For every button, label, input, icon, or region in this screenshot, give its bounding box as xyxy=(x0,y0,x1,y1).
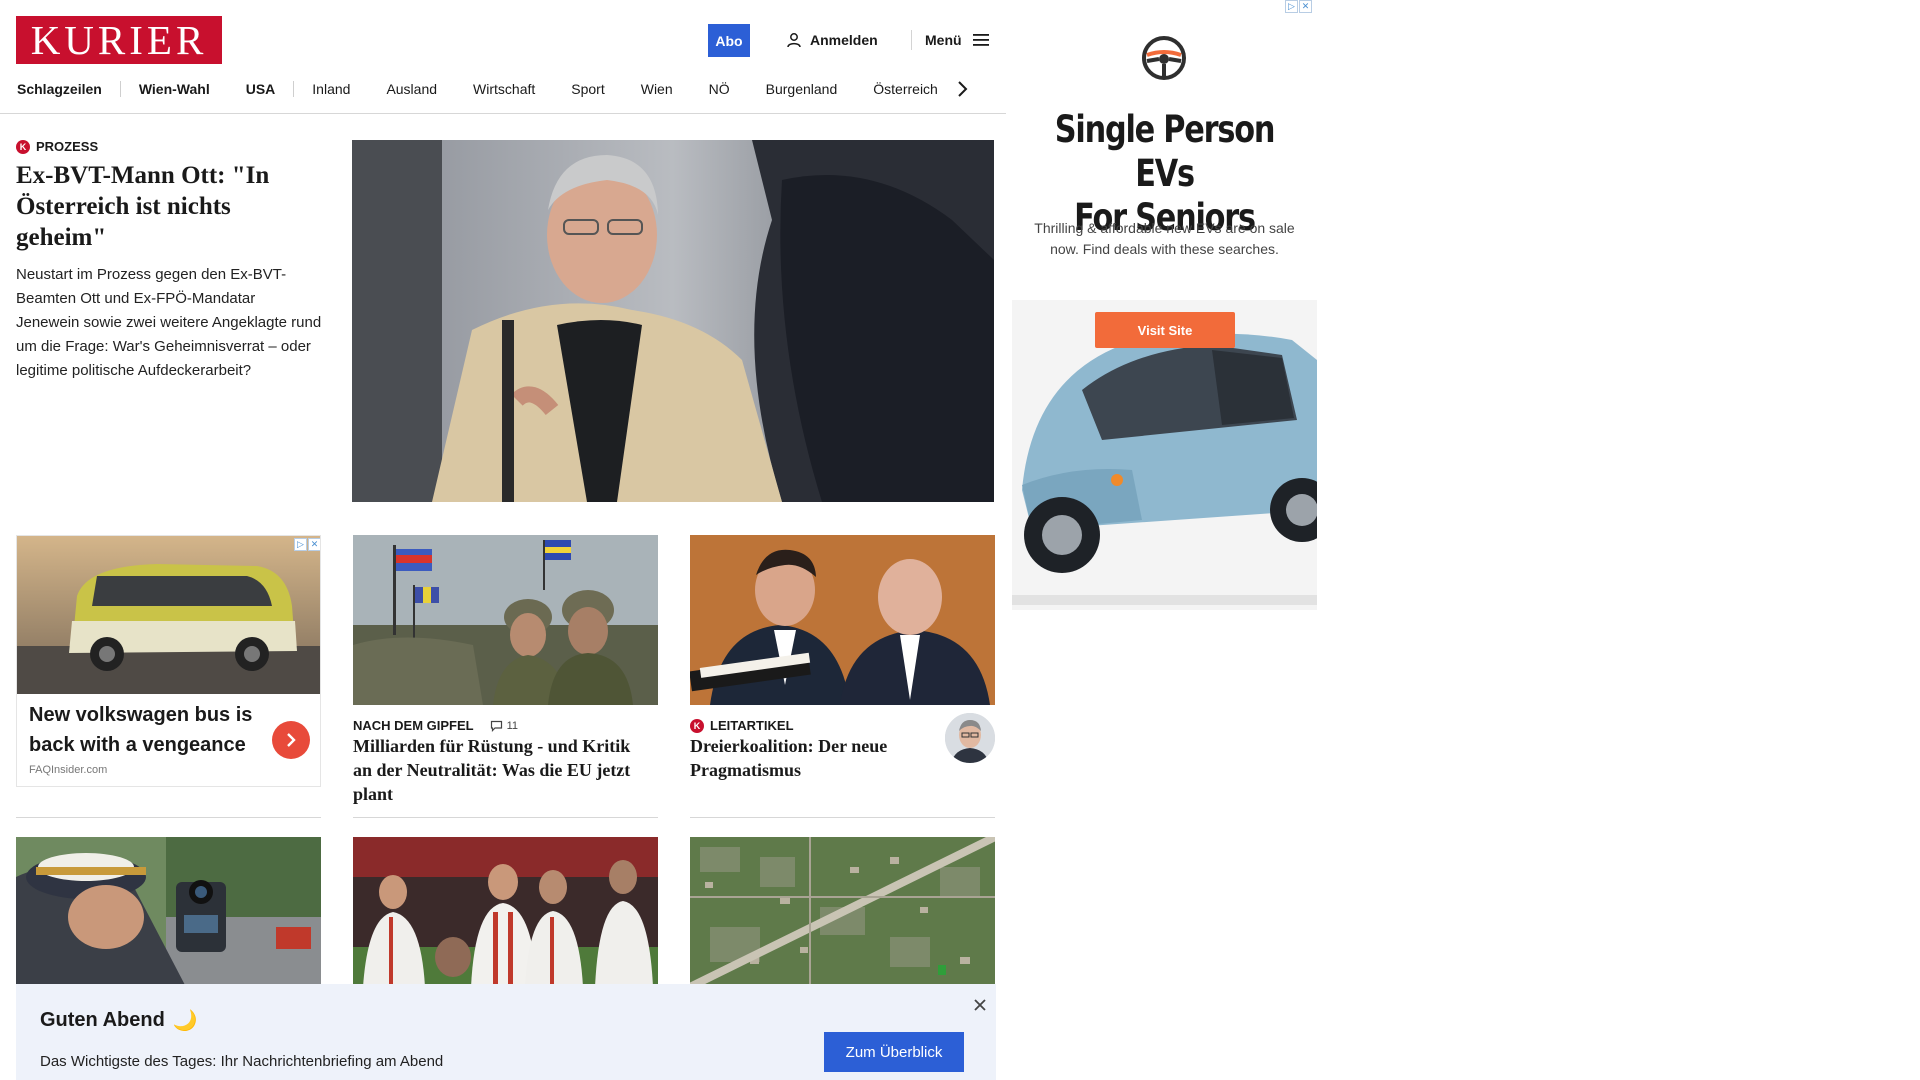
nav-item-ausland[interactable]: Ausland xyxy=(368,81,455,97)
nav-item-burgenland[interactable]: Burgenland xyxy=(748,81,856,97)
comment-count-value: 11 xyxy=(506,719,519,732)
card-divider xyxy=(16,817,321,818)
side-ad-headline-line1: Single Person EVs xyxy=(1054,108,1276,195)
briefing-title: Guten Abend 🌙 xyxy=(40,1008,198,1033)
nav-item-wien-wahl[interactable]: Wien-Wahl xyxy=(121,81,228,97)
card-headline[interactable]: Milliarden für Rüstung - und Kritik an d… xyxy=(353,734,653,806)
nav-item-noe[interactable]: NÖ xyxy=(691,81,748,97)
chevron-right-icon xyxy=(287,733,296,747)
section-nav: Schlagzeilen Wien-Wahl USA Inland Auslan… xyxy=(16,76,996,102)
header-divider xyxy=(911,30,912,50)
nav-item-schlagzeilen[interactable]: Schlagzeilen xyxy=(16,81,120,97)
card-kicker-label: Leitartikel xyxy=(710,718,794,733)
lead-kicker-label: Prozess xyxy=(36,139,99,154)
kurier-plus-badge: K xyxy=(16,139,30,154)
nav-item-inland[interactable]: Inland xyxy=(294,81,368,97)
lead-kicker[interactable]: K Prozess xyxy=(16,139,98,154)
card-divider xyxy=(353,817,658,818)
card-image-football[interactable] xyxy=(353,837,658,987)
nav-scroll-right-button[interactable] xyxy=(956,80,968,98)
nav-item-usa[interactable]: USA xyxy=(228,81,294,97)
card-headline[interactable]: Dreierkoalition: Der neue Pragmatismus xyxy=(690,734,930,782)
ad-close-icon[interactable]: ✕ xyxy=(1299,0,1312,13)
adchoices-badge[interactable]: ▷ ✕ xyxy=(1285,0,1312,13)
close-icon xyxy=(974,999,986,1011)
login-label: Anmelden xyxy=(810,32,878,48)
ad-headline[interactable]: New volkswagen bus is back with a vengea… xyxy=(29,700,259,760)
card-kicker-label: Nach dem Gipfel xyxy=(353,718,474,733)
briefing-text: Das Wichtigste des Tages: Ihr Nachrichte… xyxy=(40,1053,444,1070)
side-ad-subtext: Thrilling & affordable new EVs are on sa… xyxy=(1034,220,1295,257)
nav-divider-line xyxy=(0,113,1006,114)
comment-count[interactable]: 11 xyxy=(490,720,518,732)
close-banner-button[interactable] xyxy=(971,996,989,1014)
nav-item-sport[interactable]: Sport xyxy=(553,81,622,97)
chevron-right-icon xyxy=(958,81,968,97)
kurier-logo[interactable]: KURIER xyxy=(16,16,222,64)
card-image-aerial[interactable] xyxy=(690,837,995,987)
lead-article-image[interactable] xyxy=(352,140,994,502)
ad-source[interactable]: FAQInsider.com xyxy=(29,764,107,776)
aerial-view-photo xyxy=(690,837,995,987)
lead-photo xyxy=(352,140,994,502)
nav-item-wien[interactable]: Wien xyxy=(623,81,691,97)
soldiers-photo xyxy=(353,535,658,705)
ad-close-icon[interactable]: ✕ xyxy=(308,538,320,551)
evening-briefing-banner: Guten Abend 🌙 Das Wichtigste des Tages: … xyxy=(16,984,996,1080)
nav-item-wirtschaft[interactable]: Wirtschaft xyxy=(455,81,553,97)
sponsored-ad-card[interactable]: ▷ ✕ New volkswagen bus is back with a ve… xyxy=(16,535,321,787)
menu-label: Menü xyxy=(925,32,962,48)
card-image-police[interactable] xyxy=(16,837,321,987)
comment-icon xyxy=(490,720,502,732)
adchoices-icon: ▷ xyxy=(294,538,307,551)
card-image-coalition[interactable] xyxy=(690,535,995,705)
card-divider xyxy=(690,817,995,818)
ad-vw-bus-image xyxy=(17,536,320,694)
politicians-photo xyxy=(690,535,995,705)
side-ad-banner[interactable]: ▷ ✕ Single Person EVs For Seniors Thrill… xyxy=(1012,0,1317,610)
adchoices-badge[interactable]: ▷ ✕ xyxy=(294,538,320,551)
police-radar-photo xyxy=(16,837,321,987)
lead-teaser[interactable]: Neustart im Prozess gegen den Ex-BVT-Bea… xyxy=(16,263,322,383)
card-image-eu-defense[interactable] xyxy=(353,535,658,705)
author-avatar[interactable] xyxy=(945,713,995,763)
login-button[interactable]: Anmelden xyxy=(786,28,878,52)
ad-arrow-button[interactable] xyxy=(272,721,310,759)
football-team-photo xyxy=(353,837,658,987)
zum-ueberblick-button[interactable]: Zum Überblick xyxy=(824,1032,964,1072)
menu-button[interactable]: Menü xyxy=(925,28,990,52)
card-kicker[interactable]: Nach dem Gipfel 11 xyxy=(353,718,518,733)
briefing-title-text: Guten Abend xyxy=(40,1009,165,1031)
steering-wheel-icon xyxy=(1142,36,1186,80)
hamburger-icon xyxy=(972,34,989,46)
user-icon xyxy=(787,33,801,48)
nav-item-oesterreich[interactable]: Österreich xyxy=(855,81,956,97)
adchoices-icon: ▷ xyxy=(1285,0,1298,13)
abo-button[interactable]: Abo xyxy=(708,24,750,57)
logo-text: KURIER xyxy=(30,16,208,63)
lead-headline[interactable]: Ex-BVT-Mann Ott: "In Österreich ist nich… xyxy=(16,160,316,253)
visit-site-button[interactable]: Visit Site xyxy=(1095,312,1235,348)
card-kicker[interactable]: K Leitartikel xyxy=(690,718,794,733)
kurier-plus-badge: K xyxy=(690,718,704,733)
moon-icon: 🌙 xyxy=(172,1010,198,1032)
